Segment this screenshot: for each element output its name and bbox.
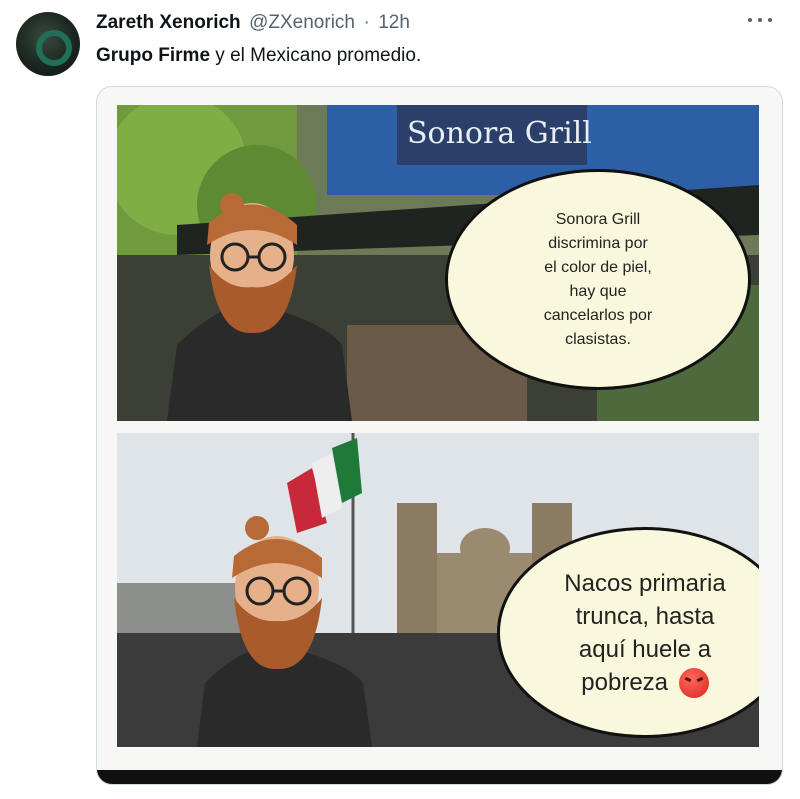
tweet-text: Grupo Firme y el Mexicano promedio. [96,45,421,67]
angry-face-icon [678,668,709,699]
panel-border-bottom [97,770,782,784]
bubble1-line: clasistas. [565,330,631,348]
tweet-image[interactable]: Sonora Grill Sonora Grill discrimina por… [96,86,783,785]
bubble2-line: Nacos primaria [564,569,726,597]
bubble1-line: hay que [569,282,627,300]
sign-text: Sonora Grill [407,116,592,151]
avatar-ring [36,30,72,66]
more-options-icon[interactable] [748,18,772,26]
author-handle[interactable]: @ZXenorich [249,12,355,33]
meme-panel-bottom: Nacos primaria trunca, hasta aquí huele … [117,433,759,747]
tweet-text-rest: y el Mexicano promedio. [210,45,422,66]
avatar[interactable] [16,12,80,76]
bubble2-line: aquí huele a [578,635,712,663]
speech-bubble-top: Sonora Grill discrimina por el color de … [445,169,751,390]
bubble2-line: pobreza [581,668,669,696]
separator-dot: · [363,12,370,33]
bubble2-line: trunca, hasta [575,602,715,630]
tweet-header: Zareth Xenorich @ZXenorich · 12h [96,12,780,36]
author-name[interactable]: Zareth Xenorich [96,12,241,33]
bubble1-line: discrimina por [548,234,648,252]
bubble1-line: Sonora Grill [555,210,641,228]
timestamp[interactable]: 12h [378,12,410,33]
bubble2-line-last: pobreza [564,666,725,699]
meme-panel-top: Sonora Grill Sonora Grill discrimina por… [117,105,759,421]
bubble1-line: el color de piel, [544,258,652,276]
bubble1-line: cancelarlos por [543,306,653,324]
tweet-text-bold: Grupo Firme [96,45,211,66]
